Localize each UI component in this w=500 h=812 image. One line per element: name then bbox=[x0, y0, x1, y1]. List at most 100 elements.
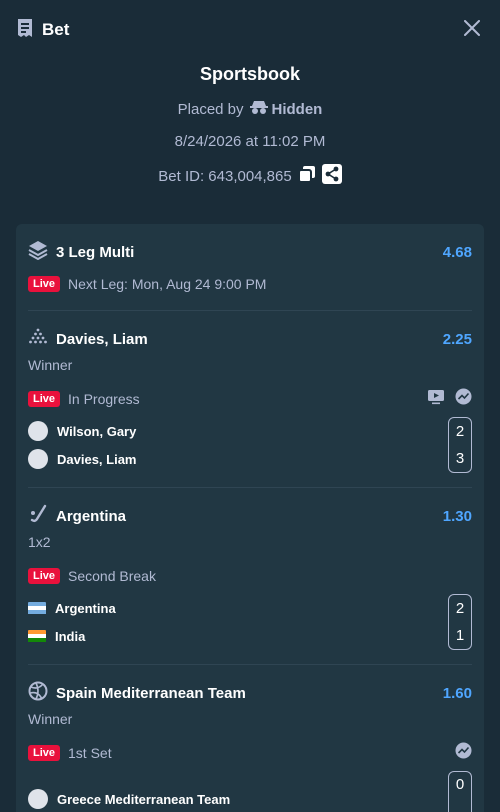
live-badge: Live bbox=[28, 745, 61, 761]
live-badge: Live bbox=[28, 568, 61, 584]
live-stream-button[interactable] bbox=[427, 389, 445, 410]
team-name: Greece Mediterranean Team bbox=[57, 791, 231, 807]
leg-market: 1x2 bbox=[28, 534, 51, 550]
close-button[interactable] bbox=[460, 18, 484, 42]
bet-summary: Sportsbook Placed by Hidden 8/24/2026 at… bbox=[0, 60, 500, 188]
next-leg-text: Next Leg: Mon, Aug 24 9:00 PM bbox=[68, 276, 267, 292]
next-leg-row: Live Next Leg: Mon, Aug 24 9:00 PM bbox=[28, 272, 472, 296]
leg-status-row: Live In Progress bbox=[28, 387, 472, 411]
team-row: Argentina bbox=[28, 594, 116, 622]
header-left: Bet bbox=[16, 18, 69, 43]
team-name: Argentina bbox=[55, 600, 116, 616]
modal-title: Bet bbox=[42, 20, 70, 39]
receipt-icon bbox=[16, 18, 34, 43]
team-list: Argentina India bbox=[28, 594, 116, 650]
team-list: Greece Mediterranean Team bbox=[28, 785, 230, 812]
leg-section: Davies, Liam 2.25 Winner Live In Progres… bbox=[28, 311, 472, 488]
score-box: 2 1 bbox=[448, 594, 472, 650]
team-row: Davies, Liam bbox=[28, 445, 137, 473]
live-status: Live In Progress bbox=[28, 387, 140, 411]
leg-title-wrap: Davies, Liam bbox=[28, 327, 148, 351]
score: 3 bbox=[455, 450, 465, 467]
trend-icon bbox=[455, 388, 472, 410]
copy-button[interactable] bbox=[297, 165, 316, 187]
leg-title-wrap: Argentina bbox=[28, 504, 126, 528]
leg-odds: 1.60 bbox=[442, 684, 472, 702]
team-list: Wilson, Gary Davies, Liam bbox=[28, 417, 137, 473]
leg-header[interactable]: Spain Mediterranean Team 1.60 bbox=[28, 679, 472, 707]
multi-section: 3 Leg Multi 4.68 Live Next Leg: Mon, Aug… bbox=[28, 224, 472, 311]
team-name: Wilson, Gary bbox=[57, 423, 137, 439]
trend-icon bbox=[455, 742, 472, 764]
modal-header: Bet bbox=[0, 0, 500, 60]
match-status: 1st Set bbox=[68, 745, 112, 761]
teams-block: Argentina India 2 1 bbox=[28, 594, 472, 650]
stats-button[interactable] bbox=[455, 388, 472, 410]
leg-actions bbox=[455, 742, 472, 764]
match-status: Second Break bbox=[68, 568, 156, 584]
leg-status-row: Live Second Break bbox=[28, 564, 472, 588]
leg-title: Davies, Liam bbox=[56, 330, 148, 348]
placed-by-user: Hidden bbox=[249, 99, 323, 119]
close-icon bbox=[464, 19, 480, 41]
team-name: India bbox=[55, 628, 86, 644]
player-avatar bbox=[28, 421, 48, 441]
live-status: Live Second Break bbox=[28, 564, 156, 588]
score-box: 0 bbox=[448, 771, 472, 812]
tv-icon bbox=[427, 389, 445, 410]
team-row: Greece Mediterranean Team bbox=[28, 785, 230, 812]
multi-title-wrap: 3 Leg Multi bbox=[28, 240, 134, 264]
score: 1 bbox=[455, 627, 465, 644]
argentina-flag-icon bbox=[28, 601, 46, 615]
leg-title-wrap: Spain Mediterranean Team bbox=[28, 681, 246, 705]
bet-id-row: Bet ID: 643,004,865 bbox=[0, 164, 500, 188]
leg-status-row: Live 1st Set bbox=[28, 741, 472, 765]
water-polo-ball-icon bbox=[28, 681, 48, 705]
leg-title: Spain Mediterranean Team bbox=[56, 684, 246, 702]
team-row: India bbox=[28, 622, 116, 650]
score-box: 2 3 bbox=[448, 417, 472, 473]
share-icon bbox=[321, 164, 342, 188]
player-avatar bbox=[28, 449, 48, 469]
leg-header[interactable]: Argentina 1.30 bbox=[28, 502, 472, 530]
live-status: Live 1st Set bbox=[28, 741, 112, 765]
teams-block: Greece Mediterranean Team 0 bbox=[28, 771, 472, 812]
multi-header: 3 Leg Multi 4.68 bbox=[28, 238, 472, 266]
score: 2 bbox=[455, 423, 465, 440]
placed-by-row: Placed by Hidden bbox=[0, 99, 500, 119]
match-status: In Progress bbox=[68, 391, 140, 407]
layers-icon bbox=[28, 240, 48, 264]
bet-card: 3 Leg Multi 4.68 Live Next Leg: Mon, Aug… bbox=[16, 224, 484, 812]
leg-header[interactable]: Davies, Liam 2.25 bbox=[28, 325, 472, 353]
leg-odds: 2.25 bbox=[442, 330, 472, 348]
stats-button[interactable] bbox=[455, 742, 472, 764]
live-badge: Live bbox=[28, 276, 61, 292]
team-name: Davies, Liam bbox=[57, 451, 137, 467]
score: 2 bbox=[455, 600, 465, 617]
team-avatar bbox=[28, 789, 48, 809]
leg-section: Argentina 1.30 1x2 Live Second Break Arg… bbox=[28, 488, 472, 665]
hockey-stick-icon bbox=[28, 504, 48, 528]
multi-title: 3 Leg Multi bbox=[56, 243, 135, 261]
team-row: Wilson, Gary bbox=[28, 417, 137, 445]
bet-id: Bet ID: 643,004,865 bbox=[158, 167, 292, 185]
user-name: Hidden bbox=[271, 100, 323, 118]
leg-market: Winner bbox=[28, 711, 73, 727]
leg-odds: 1.30 bbox=[442, 507, 472, 525]
share-button[interactable] bbox=[321, 164, 342, 188]
leg-title: Argentina bbox=[56, 507, 127, 525]
india-flag-icon bbox=[28, 629, 46, 643]
sportsbook-title: Sportsbook bbox=[199, 64, 300, 84]
multi-odds: 4.68 bbox=[442, 243, 472, 261]
incognito-icon bbox=[249, 99, 268, 119]
teams-block: Wilson, Gary Davies, Liam 2 3 bbox=[28, 417, 472, 473]
leg-actions bbox=[427, 388, 472, 410]
darts-icon bbox=[28, 327, 48, 351]
leg-market: Winner bbox=[28, 357, 73, 373]
score: 0 bbox=[455, 776, 465, 793]
bet-datetime: 8/24/2026 at 11:02 PM bbox=[174, 133, 326, 150]
copy-icon bbox=[297, 165, 316, 187]
live-badge: Live bbox=[28, 391, 61, 407]
leg-section: Spain Mediterranean Team 1.60 Winner Liv… bbox=[28, 665, 472, 812]
placed-by-label: Placed by bbox=[177, 100, 244, 118]
